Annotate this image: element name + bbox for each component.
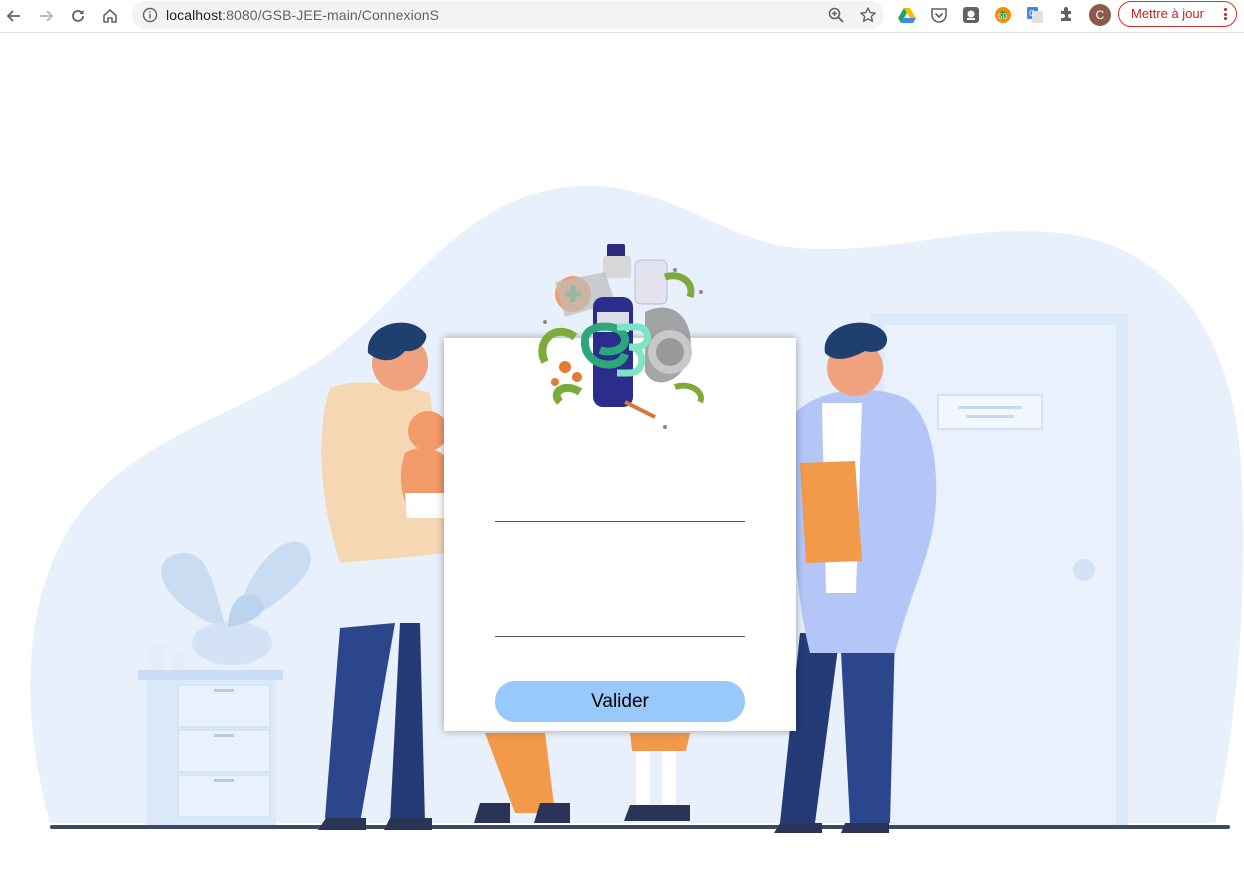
- forward-arrow-icon[interactable]: [34, 4, 58, 28]
- profile-avatar[interactable]: C: [1089, 4, 1111, 26]
- screenshot-extension-icon[interactable]: [961, 5, 981, 25]
- home-icon[interactable]: [98, 4, 122, 28]
- honey-extension-icon[interactable]: 50: [993, 5, 1013, 25]
- extensions-puzzle-icon[interactable]: [1057, 5, 1077, 25]
- update-browser-label: Mettre à jour: [1131, 6, 1204, 21]
- site-info-icon[interactable]: [142, 7, 158, 28]
- login-input[interactable]: [495, 491, 745, 522]
- svg-text:50: 50: [998, 12, 1007, 21]
- google-translate-icon[interactable]: G: [1025, 5, 1045, 25]
- url-text: localhost:8080/GSB-JEE-main/ConnexionS: [166, 7, 440, 23]
- browser-toolbar: localhost:8080/GSB-JEE-main/ConnexionS 5…: [0, 0, 1244, 33]
- more-menu-icon[interactable]: [1224, 8, 1227, 22]
- bookmark-star-icon[interactable]: [859, 6, 877, 29]
- profile-initial: C: [1095, 8, 1105, 22]
- zoom-icon[interactable]: [827, 6, 845, 29]
- svg-text:G: G: [1029, 9, 1035, 18]
- reload-icon[interactable]: [66, 4, 90, 28]
- password-input[interactable]: [495, 606, 745, 637]
- gsb-logo: [525, 242, 715, 437]
- submit-button[interactable]: Valider: [495, 681, 745, 722]
- google-drive-icon[interactable]: [897, 5, 917, 25]
- update-browser-button[interactable]: Mettre à jour: [1118, 1, 1237, 27]
- pocket-icon[interactable]: [929, 5, 949, 25]
- back-arrow-icon[interactable]: [2, 4, 26, 28]
- address-bar[interactable]: localhost:8080/GSB-JEE-main/ConnexionS: [132, 1, 884, 29]
